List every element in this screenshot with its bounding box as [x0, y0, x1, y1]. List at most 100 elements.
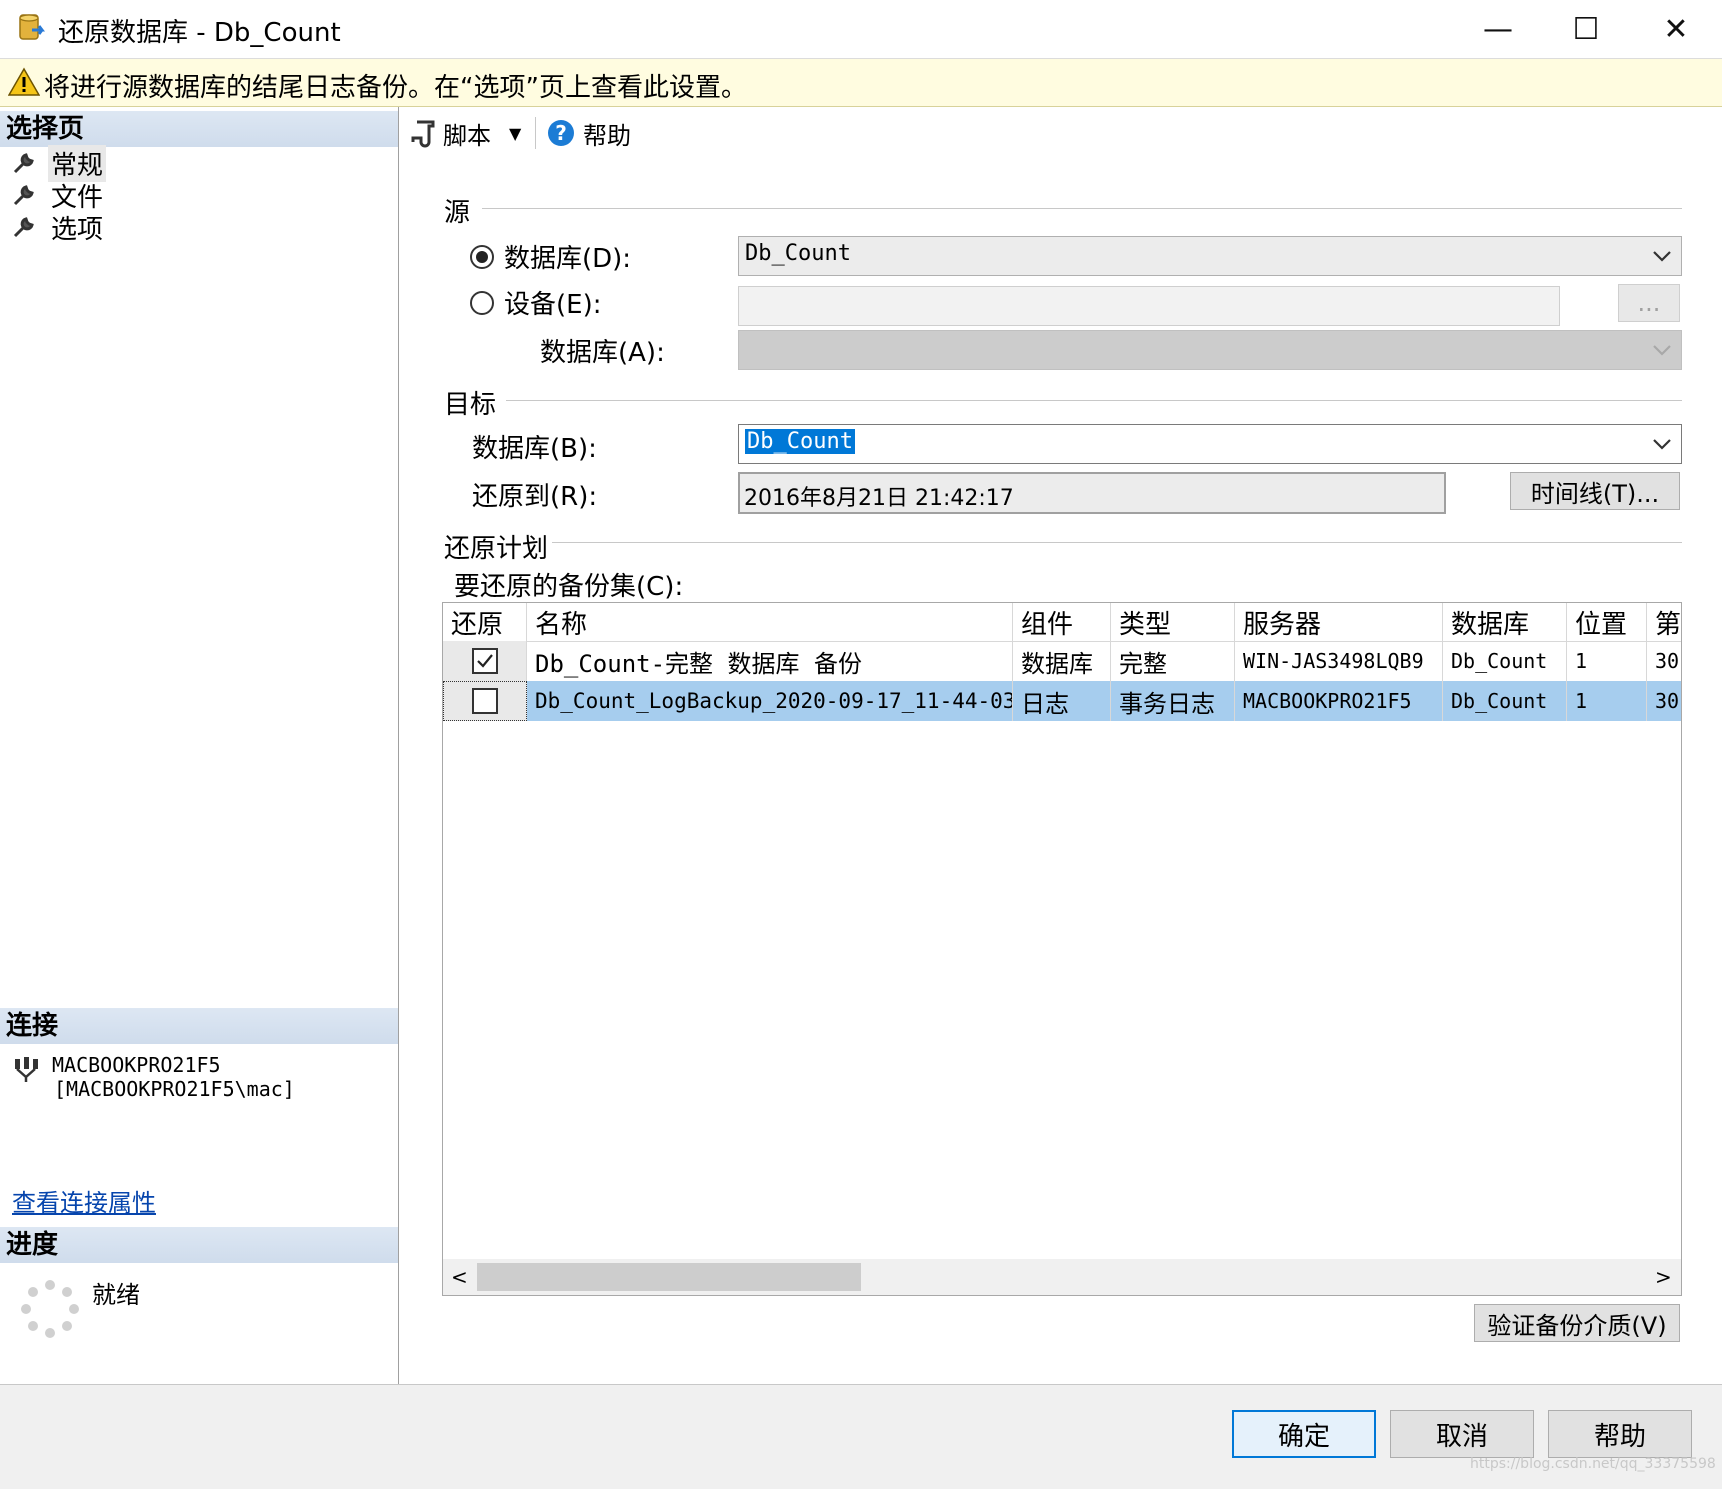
table-row[interactable]: Db_Count_LogBackup_2020-09-17_11-44-03 日…: [443, 681, 1681, 721]
source-device-database-label: 数据库(A):: [540, 338, 665, 368]
restore-to-label: 还原到(R):: [472, 482, 598, 512]
connection-header: 连接: [0, 1008, 398, 1044]
restore-checkbox-unchecked[interactable]: [472, 688, 498, 714]
window-title: 还原数据库 - Db_Count: [58, 18, 341, 48]
radio-unselected: [470, 290, 494, 315]
svg-text:?: ?: [555, 121, 567, 145]
script-label: 脚本: [443, 121, 491, 150]
title-bar: 还原数据库 - Db_Count — ☐ ✕: [0, 0, 1722, 59]
progress-spinner-icon: [21, 1280, 79, 1338]
page-options[interactable]: 选项: [12, 211, 106, 245]
connection-icon: [15, 1057, 38, 1082]
verify-backup-media-button[interactable]: 验证备份介质(V): [1474, 1304, 1680, 1342]
backup-sets-grid[interactable]: 还原 名称 组件 类型 服务器 数据库 位置 第 Db_Count-完整 数据库…: [442, 602, 1682, 1296]
script-dropdown-icon[interactable]: ▼: [509, 124, 521, 143]
checkmark-icon: [476, 654, 493, 668]
select-page-header: 选择页: [0, 111, 398, 147]
restore-checkbox-checked[interactable]: [471, 648, 498, 674]
table-row[interactable]: Db_Count-完整 数据库 备份 数据库 完整 WIN-JAS3498LQB…: [443, 641, 1681, 681]
cell-first: 30: [1647, 641, 1681, 681]
progress-header: 进度: [0, 1227, 398, 1263]
help-label: 帮助: [583, 121, 631, 150]
target-group-line: [506, 400, 1682, 401]
chevron-down-icon: [1653, 439, 1671, 450]
chevron-down-icon: [1653, 345, 1671, 356]
watermark-text: https://blog.csdn.net/qq_33375598: [1470, 1456, 1716, 1472]
cell-first: 30: [1647, 681, 1681, 721]
scroll-right-icon[interactable]: >: [1655, 1265, 1672, 1289]
column-header-restore[interactable]: 还原: [443, 603, 527, 641]
target-group-title: 目标: [444, 390, 497, 420]
restore-database-icon: [19, 14, 45, 40]
horizontal-scrollbar[interactable]: < >: [443, 1259, 1681, 1295]
target-database-value: Db_Count: [745, 429, 855, 454]
maximize-button[interactable]: ☐: [1540, 0, 1632, 58]
script-icon: [411, 120, 435, 148]
cell-type: 事务日志: [1111, 681, 1235, 721]
source-device-radio[interactable]: 设备(E):: [470, 284, 601, 321]
warning-icon: [8, 67, 40, 96]
page-files[interactable]: 文件: [12, 179, 106, 213]
help-button[interactable]: ? 帮助: [547, 115, 631, 151]
column-header-first[interactable]: 第: [1647, 603, 1681, 641]
cell-position: 1: [1567, 681, 1647, 721]
warning-text: 将进行源数据库的结尾日志备份。在“选项”页上查看此设置。: [44, 73, 747, 103]
radio-selected: [470, 244, 494, 269]
column-header-position[interactable]: 位置: [1567, 603, 1647, 641]
view-connection-properties-link[interactable]: 查看连接属性: [12, 1183, 156, 1218]
source-database-label: 数据库(D):: [504, 244, 632, 274]
cancel-button[interactable]: 取消: [1390, 1410, 1534, 1458]
wrench-icon: [13, 185, 34, 206]
close-button[interactable]: ✕: [1630, 0, 1722, 58]
backup-sets-label: 要还原的备份集(C):: [454, 572, 684, 602]
connection-server: MACBOOKPRO21F5: [52, 1053, 221, 1077]
cell-server: WIN-JAS3498LQB9: [1235, 641, 1443, 681]
cell-database: Db_Count: [1443, 641, 1567, 681]
restore-cell[interactable]: [443, 641, 527, 681]
timeline-button[interactable]: 时间线(T)...: [1510, 472, 1680, 510]
column-header-type[interactable]: 类型: [1111, 603, 1235, 641]
source-database-radio[interactable]: 数据库(D):: [470, 238, 631, 275]
column-header-name[interactable]: 名称: [527, 603, 1013, 641]
source-device-database-combo[interactable]: [738, 330, 1682, 370]
column-header-database[interactable]: 数据库: [1443, 603, 1567, 641]
warning-bar: 将进行源数据库的结尾日志备份。在“选项”页上查看此设置。: [0, 59, 1722, 107]
page-options-label: 选项: [51, 214, 104, 245]
footer-help-button[interactable]: 帮助: [1548, 1410, 1692, 1458]
cell-name: Db_Count-完整 数据库 备份: [527, 641, 1013, 681]
browse-device-button[interactable]: ...: [1618, 284, 1680, 322]
wrench-icon: [13, 217, 34, 238]
cell-component: 日志: [1013, 681, 1111, 721]
ok-button[interactable]: 确定: [1232, 1410, 1376, 1458]
restore-to-field: 2016年8月21日 21:42:17: [738, 472, 1446, 514]
cell-type: 完整: [1111, 641, 1235, 681]
progress-status: 就绪: [92, 1281, 140, 1309]
scroll-left-icon[interactable]: <: [451, 1265, 468, 1289]
cell-database: Db_Count: [1443, 681, 1567, 721]
scrollbar-thumb[interactable]: [477, 1263, 861, 1291]
target-database-label: 数据库(B):: [472, 434, 597, 464]
source-database-value: Db_Count: [745, 241, 851, 266]
toolbar: 脚本 ▼ ? 帮助: [399, 107, 1722, 159]
source-device-field[interactable]: [738, 286, 1560, 326]
page-general[interactable]: 常规: [12, 144, 107, 182]
chevron-down-icon: [1653, 251, 1671, 262]
source-database-combo[interactable]: Db_Count: [738, 236, 1682, 276]
column-header-server[interactable]: 服务器: [1235, 603, 1443, 641]
restore-plan-group-line: [552, 542, 1682, 543]
restore-cell[interactable]: [443, 681, 527, 721]
left-panel: 选择页 常规 文件 选项 连接 MACBOOKPRO21F5 [MACBOOKP…: [0, 107, 399, 1384]
toolbar-separator: [535, 117, 536, 149]
script-button[interactable]: 脚本 ▼: [409, 115, 521, 151]
target-database-combo[interactable]: Db_Count: [738, 424, 1682, 464]
minimize-button[interactable]: —: [1452, 0, 1544, 58]
help-icon: ?: [548, 120, 574, 146]
column-header-component[interactable]: 组件: [1013, 603, 1111, 641]
grid-header: 还原 名称 组件 类型 服务器 数据库 位置 第: [443, 603, 1681, 642]
restore-plan-group-title: 还原计划: [444, 534, 549, 564]
connection-user: [MACBOOKPRO21F5\mac]: [54, 1077, 295, 1101]
source-device-label: 设备(E):: [504, 290, 602, 320]
wrench-icon: [13, 153, 34, 174]
cell-component: 数据库: [1013, 641, 1111, 681]
source-group-line: [482, 208, 1682, 209]
